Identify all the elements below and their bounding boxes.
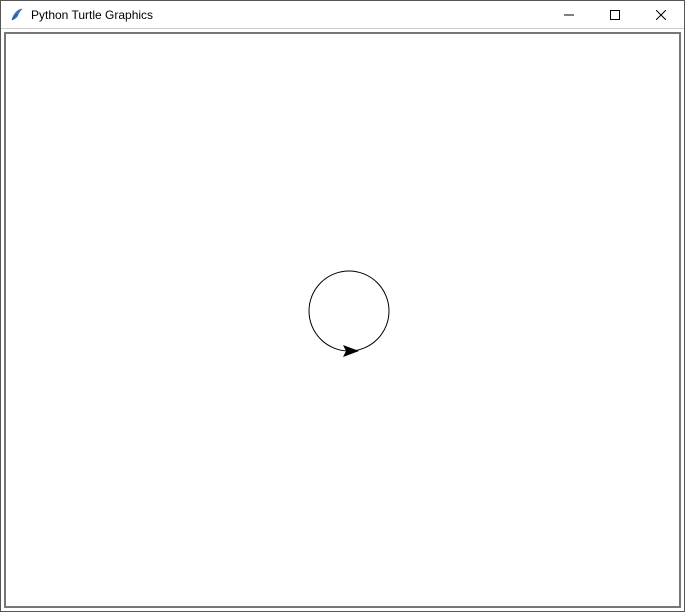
window-controls bbox=[546, 1, 684, 28]
close-button[interactable] bbox=[638, 1, 684, 28]
close-icon bbox=[656, 10, 666, 20]
window-title: Python Turtle Graphics bbox=[31, 8, 153, 22]
turtle-canvas bbox=[6, 34, 679, 606]
titlebar[interactable]: Python Turtle Graphics bbox=[1, 1, 684, 29]
maximize-icon bbox=[610, 10, 620, 20]
maximize-button[interactable] bbox=[592, 1, 638, 28]
canvas-frame bbox=[4, 32, 681, 608]
app-feather-icon bbox=[9, 7, 25, 23]
app-window: Python Turtle Graphics bbox=[0, 0, 685, 612]
minimize-button[interactable] bbox=[546, 1, 592, 28]
drawn-circle bbox=[309, 271, 389, 351]
content-area bbox=[1, 29, 684, 611]
minimize-icon bbox=[564, 10, 574, 20]
